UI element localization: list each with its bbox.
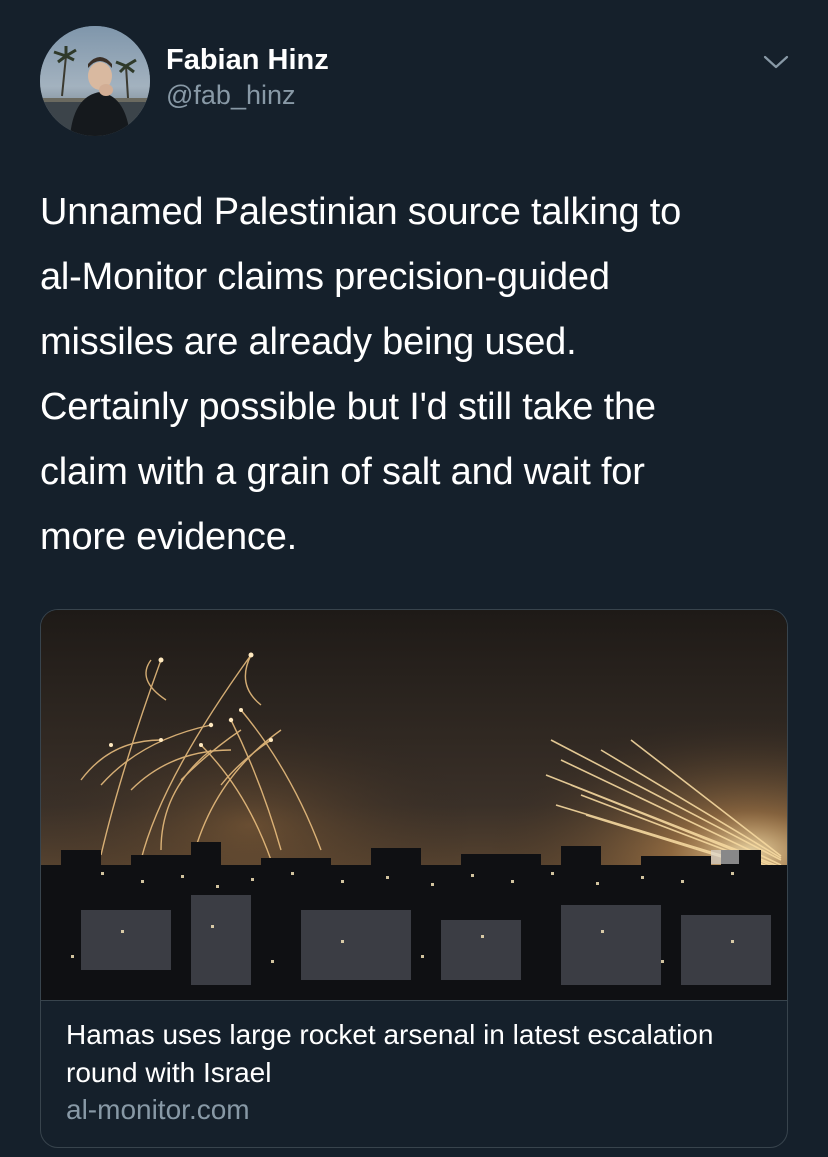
user-handle[interactable]: @fab_hinz xyxy=(166,78,329,112)
night-sky-rockets-image xyxy=(41,610,787,1000)
tweet-text: Unnamed Palestinian source talking to al… xyxy=(40,191,682,558)
link-preview-domain: al-monitor.com xyxy=(66,1094,250,1125)
link-preview-card[interactable]: Hamas uses large rocket arsenal in lates… xyxy=(40,609,788,1148)
link-preview-title[interactable]: Hamas uses large rocket arsenal in lates… xyxy=(66,1016,766,1092)
display-name[interactable]: Fabian Hinz xyxy=(166,42,329,78)
author-info[interactable]: Fabian Hinz @fab_hinz xyxy=(166,42,329,112)
link-preview-image[interactable] xyxy=(41,610,787,1000)
link-preview-body[interactable]: Hamas uses large rocket arsenal in lates… xyxy=(66,1016,766,1128)
tweet[interactable]: Fabian Hinz @fab_hinz Unnamed Palestinia… xyxy=(0,0,828,1157)
chevron-down-icon xyxy=(763,55,789,69)
card-divider xyxy=(41,1000,787,1001)
avatar-photo xyxy=(40,26,150,136)
more-options-button[interactable] xyxy=(756,46,796,78)
avatar[interactable] xyxy=(40,26,150,136)
